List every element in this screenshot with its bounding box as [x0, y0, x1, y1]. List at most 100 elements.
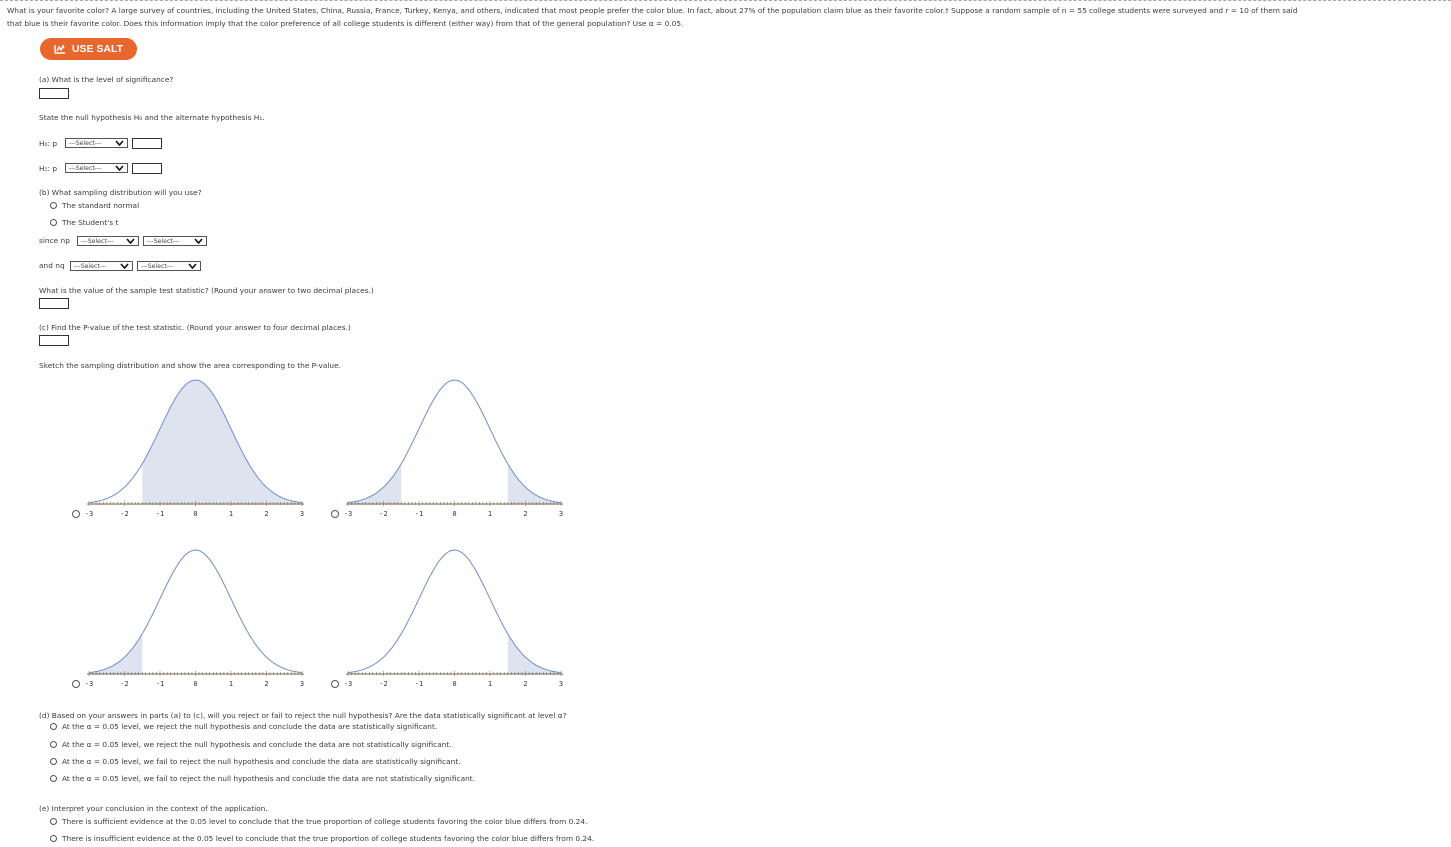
tick-label: 3 — [559, 680, 563, 688]
select-value: ---Select--- — [74, 262, 107, 270]
and-nq-label: and nq — [39, 261, 65, 270]
top-divider — [0, 0, 1451, 1]
chevron-down-icon — [115, 165, 124, 171]
normal-curve — [88, 549, 303, 674]
h0-value-input[interactable] — [132, 138, 162, 149]
graph-option-2: -3 -2 -1 0 1 2 3 — [329, 378, 569, 528]
tick-label: -2 — [379, 680, 387, 688]
d-option-1-label: At the α = 0.05 level, we reject the nul… — [62, 722, 438, 731]
nq-comparison-select[interactable]: ---Select--- — [70, 261, 133, 271]
nq-value-select[interactable]: ---Select--- — [137, 261, 201, 271]
chevron-down-icon — [115, 140, 124, 146]
intro-line-1: What is your favorite color? A large sur… — [7, 6, 1298, 15]
salt-icon — [54, 44, 66, 54]
tick-label: 3 — [300, 680, 304, 688]
normal-curve-graph: -3 -2 -1 0 1 2 3 — [331, 549, 563, 688]
select-value: ---Select--- — [69, 139, 102, 147]
select-value: ---Select--- — [141, 262, 174, 270]
shaded-p-value-area — [142, 380, 302, 504]
d-option-2-label: At the α = 0.05 level, we reject the nul… — [62, 740, 452, 749]
d-option-3-label: At the α = 0.05 level, we fail to reject… — [62, 757, 461, 766]
part-c-question: (c) Find the P-value of the test statist… — [39, 323, 351, 332]
d-option-4-label: At the α = 0.05 level, we fail to reject… — [62, 774, 476, 783]
test-statistic-input[interactable] — [39, 298, 69, 309]
radio-d-option-4[interactable] — [50, 775, 57, 782]
since-np-label: since np — [39, 236, 70, 245]
radio-e-option-2[interactable] — [50, 835, 57, 842]
tick-label: -3 — [344, 680, 352, 688]
e-option-2-label: There is insufficient evidence at the 0.… — [62, 834, 595, 843]
tick-label: -2 — [120, 680, 128, 688]
tick-label: 3 — [300, 510, 304, 518]
hypotheses-prompt: State the null hypothesis H₀ and the alt… — [39, 113, 265, 122]
h1-operator-select[interactable]: ---Select--- — [65, 163, 128, 173]
np-value-select[interactable]: ---Select--- — [143, 236, 207, 246]
normal-curve — [347, 379, 562, 504]
tick-label: 1 — [488, 680, 492, 688]
h0-operator-select[interactable]: ---Select--- — [65, 138, 128, 148]
radio-standard-normal[interactable] — [50, 202, 57, 209]
use-salt-button[interactable]: USE SALT — [40, 38, 137, 60]
shaded-p-value-area — [348, 463, 402, 504]
tick-label: 1 — [488, 510, 492, 518]
chevron-down-icon — [120, 263, 129, 269]
h1-value-input[interactable] — [132, 163, 162, 174]
e-option-1-label: There is sufficient evidence at the 0.05… — [62, 817, 588, 826]
part-b-question: (b) What sampling distribution will you … — [39, 188, 202, 197]
tick-label: 0 — [193, 680, 197, 688]
radio-e-option-1[interactable] — [50, 818, 57, 825]
use-salt-label: USE SALT — [71, 43, 124, 55]
chevron-down-icon — [194, 238, 203, 244]
tick-label: -1 — [156, 510, 164, 518]
radio-graph-option-1[interactable] — [72, 510, 80, 518]
radio-students-t[interactable] — [50, 219, 57, 226]
normal-curve-graph: -3 -2 -1 0 1 2 3 — [331, 379, 563, 518]
tick-label: 2 — [523, 510, 527, 518]
tick-label: 0 — [452, 680, 456, 688]
radio-graph-option-4[interactable] — [331, 680, 339, 688]
tick-label: 0 — [193, 510, 197, 518]
radio-d-option-3[interactable] — [50, 758, 57, 765]
tick-label: -2 — [120, 510, 128, 518]
np-comparison-select[interactable]: ---Select--- — [77, 236, 139, 246]
chevron-down-icon — [188, 263, 197, 269]
tick-label: 1 — [229, 680, 233, 688]
graph-option-3: -3 -2 -1 0 1 2 3 — [70, 548, 310, 698]
normal-curve-graph: -3 -2 -1 0 1 2 3 — [72, 379, 304, 518]
tick-label: 0 — [452, 510, 456, 518]
radio-d-option-2[interactable] — [50, 741, 57, 748]
tick-label: -1 — [415, 680, 423, 688]
chevron-down-icon — [126, 238, 135, 244]
p-value-input[interactable] — [39, 335, 69, 346]
select-value: ---Select--- — [69, 164, 102, 172]
tick-label: -1 — [156, 680, 164, 688]
tick-label: 2 — [264, 510, 268, 518]
graph-option-1: -3 -2 -1 0 1 2 3 — [70, 378, 310, 528]
part-e-question: (e) Interpret your conclusion in the con… — [39, 804, 268, 813]
tick-label: -3 — [85, 680, 93, 688]
normal-curve-graph: -3 -2 -1 0 1 2 3 — [72, 549, 304, 688]
option-standard-normal-label: The standard normal — [62, 201, 140, 210]
tick-label: 2 — [264, 680, 268, 688]
test-statistic-prompt: What is the value of the sample test sta… — [39, 286, 374, 295]
tick-label: -3 — [85, 510, 93, 518]
tick-label: 2 — [523, 680, 527, 688]
normal-curve — [347, 549, 562, 674]
h0-label: H₀: p — [39, 139, 58, 148]
radio-graph-option-2[interactable] — [331, 510, 339, 518]
part-d-question: (d) Based on your answers in parts (a) t… — [39, 711, 567, 720]
tick-label: -3 — [344, 510, 352, 518]
significance-input[interactable] — [39, 88, 69, 99]
sketch-prompt: Sketch the sampling distribution and sho… — [39, 361, 341, 370]
radio-d-option-1[interactable] — [50, 723, 57, 730]
intro-line-2: that blue is their favorite color. Does … — [7, 19, 684, 28]
tick-label: 3 — [559, 510, 563, 518]
shaded-p-value-area — [507, 633, 561, 674]
shaded-p-value-area — [89, 633, 143, 674]
select-value: ---Select--- — [81, 237, 114, 245]
option-students-t-label: The Student's t — [62, 218, 119, 227]
tick-label: 1 — [229, 510, 233, 518]
question-intro: What is your favorite color? A large sur… — [7, 4, 1447, 30]
radio-graph-option-3[interactable] — [72, 680, 80, 688]
h1-label: H₁: p — [39, 164, 58, 173]
